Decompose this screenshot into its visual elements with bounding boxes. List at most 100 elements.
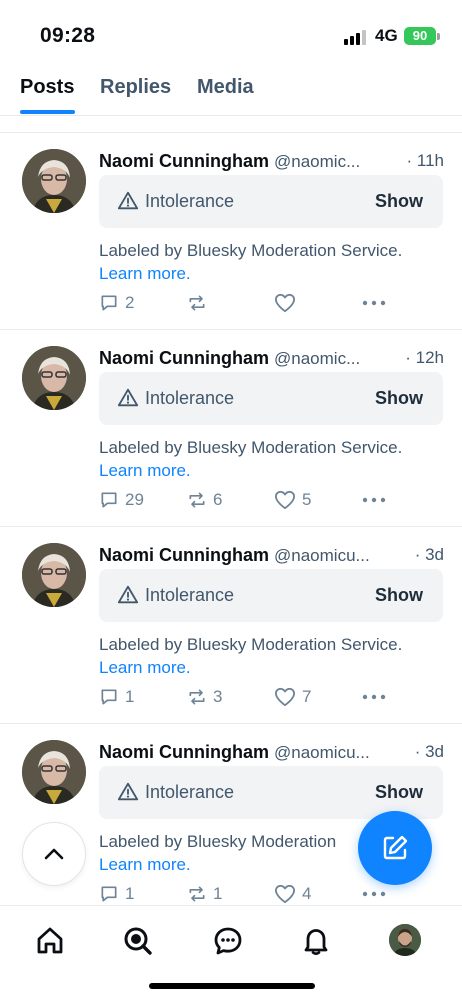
- learn-more-link[interactable]: Learn more.: [99, 461, 191, 481]
- post-actions: 2: [99, 291, 443, 315]
- post-actions: 29 6 5: [99, 488, 443, 512]
- like-button[interactable]: 4: [274, 882, 311, 906]
- like-button[interactable]: [274, 291, 302, 315]
- author-avatar[interactable]: [22, 543, 86, 607]
- profile-avatar[interactable]: [389, 924, 421, 956]
- post-header: Naomi Cunningham @naomicu... · 3d: [99, 742, 444, 766]
- content-warning[interactable]: Intolerance Show: [99, 372, 443, 425]
- repost-button[interactable]: 3: [187, 685, 222, 709]
- battery-icon: 90: [404, 27, 436, 45]
- repost-count: 1: [213, 884, 223, 903]
- tab-replies[interactable]: Replies: [100, 76, 171, 99]
- heart-icon: [274, 490, 295, 510]
- reply-bubble-icon: [101, 689, 117, 705]
- moderation-notice: Labeled by Bluesky Moderation Service.: [99, 438, 403, 457]
- content-warning[interactable]: Intolerance Show: [99, 175, 443, 228]
- post-item[interactable]: Naomi Cunningham @naomic... · 11h Intole…: [0, 132, 462, 329]
- author-name[interactable]: Naomi Cunningham: [99, 151, 269, 171]
- search-icon[interactable]: [121, 924, 155, 958]
- reply-count: 29: [125, 490, 144, 509]
- home-indicator: [149, 983, 315, 989]
- moderation-notice: Labeled by Bluesky Moderation: [99, 832, 337, 851]
- more-dots-icon: [362, 300, 386, 306]
- home-icon[interactable]: [33, 924, 67, 958]
- status-bar: 09:28 4G 90: [0, 0, 462, 66]
- post-time[interactable]: · 11h: [407, 151, 445, 171]
- compose-button[interactable]: [358, 811, 432, 885]
- repost-icon: [189, 886, 205, 902]
- bell-icon[interactable]: [299, 924, 333, 958]
- show-button[interactable]: Show: [375, 585, 423, 606]
- chat-icon[interactable]: [211, 924, 245, 958]
- like-count: 5: [302, 490, 312, 509]
- like-button[interactable]: 5: [274, 488, 311, 512]
- post-time[interactable]: · 3d: [415, 545, 444, 565]
- post-time[interactable]: · 12h: [405, 348, 444, 368]
- reply-count: 1: [125, 687, 135, 706]
- heart-icon: [274, 293, 295, 313]
- tab-media[interactable]: Media: [197, 76, 254, 99]
- network-label: 4G: [375, 26, 398, 45]
- post-header: Naomi Cunningham @naomic... · 12h: [99, 348, 444, 372]
- show-button[interactable]: Show: [375, 191, 423, 212]
- tab-posts[interactable]: Posts: [20, 76, 74, 99]
- reply-button[interactable]: 1: [99, 882, 134, 906]
- reply-button[interactable]: 29: [99, 488, 144, 512]
- heart-icon: [274, 687, 295, 707]
- author-handle[interactable]: @naomicu...: [274, 546, 370, 565]
- more-dots-icon: [362, 694, 386, 700]
- more-options-button[interactable]: [362, 488, 392, 512]
- author-avatar[interactable]: [22, 346, 86, 410]
- more-options-button[interactable]: [362, 291, 392, 315]
- reply-bubble-icon: [101, 886, 117, 902]
- post-feed: Naomi Cunningham @naomic... · 11h Intole…: [0, 132, 462, 906]
- warning-label: Intolerance: [145, 585, 235, 605]
- warning-triangle-icon: [117, 388, 139, 407]
- author-handle[interactable]: @naomicu...: [274, 743, 370, 762]
- show-button[interactable]: Show: [375, 782, 423, 803]
- learn-more-link[interactable]: Learn more.: [99, 264, 191, 284]
- repost-icon: [189, 689, 205, 705]
- repost-button[interactable]: 6: [187, 488, 222, 512]
- author-handle[interactable]: @naomic...: [274, 349, 360, 368]
- status-time: 09:28: [40, 24, 96, 47]
- author-name[interactable]: Naomi Cunningham: [99, 742, 269, 762]
- author-avatar[interactable]: [22, 149, 86, 213]
- more-options-button[interactable]: [362, 882, 392, 906]
- post-time[interactable]: · 3d: [415, 742, 444, 762]
- warning-label: Intolerance: [145, 191, 235, 211]
- show-button[interactable]: Show: [375, 388, 423, 409]
- heart-icon: [274, 884, 295, 904]
- post-actions: 1 3 7: [99, 685, 443, 709]
- content-warning[interactable]: Intolerance Show: [99, 569, 443, 622]
- reply-count: 2: [125, 293, 135, 312]
- repost-button[interactable]: [187, 291, 213, 315]
- moderation-notice: Labeled by Bluesky Moderation Service.: [99, 635, 403, 654]
- author-name[interactable]: Naomi Cunningham: [99, 545, 269, 565]
- repost-icon: [189, 492, 205, 508]
- repost-button[interactable]: 1: [187, 882, 222, 906]
- more-options-button[interactable]: [362, 685, 392, 709]
- author-handle[interactable]: @naomic...: [274, 152, 360, 171]
- reply-button[interactable]: 1: [99, 685, 134, 709]
- repost-count: 6: [213, 490, 223, 509]
- profile-tabs: Posts Replies Media: [0, 66, 462, 116]
- post-header: Naomi Cunningham @naomic... · 11h: [99, 151, 444, 175]
- warning-label: Intolerance: [145, 782, 235, 802]
- learn-more-link[interactable]: Learn more.: [99, 658, 191, 678]
- post-item[interactable]: Naomi Cunningham @naomic... · 12h Intole…: [0, 329, 462, 526]
- scroll-to-top-button[interactable]: [22, 822, 86, 886]
- post-actions: 1 1 4: [99, 882, 443, 906]
- warning-triangle-icon: [117, 585, 139, 604]
- moderation-notice: Labeled by Bluesky Moderation Service.: [99, 241, 403, 260]
- author-avatar[interactable]: [22, 740, 86, 804]
- like-button[interactable]: 7: [274, 685, 311, 709]
- reply-bubble-icon: [101, 295, 117, 311]
- compose-icon: [383, 835, 408, 860]
- post-item[interactable]: Naomi Cunningham @naomicu... · 3d Intole…: [0, 526, 462, 723]
- author-name[interactable]: Naomi Cunningham: [99, 348, 269, 368]
- learn-more-link[interactable]: Learn more.: [99, 855, 191, 875]
- chevron-up-icon: [44, 848, 64, 860]
- reply-button[interactable]: 2: [99, 291, 134, 315]
- more-dots-icon: [362, 497, 386, 503]
